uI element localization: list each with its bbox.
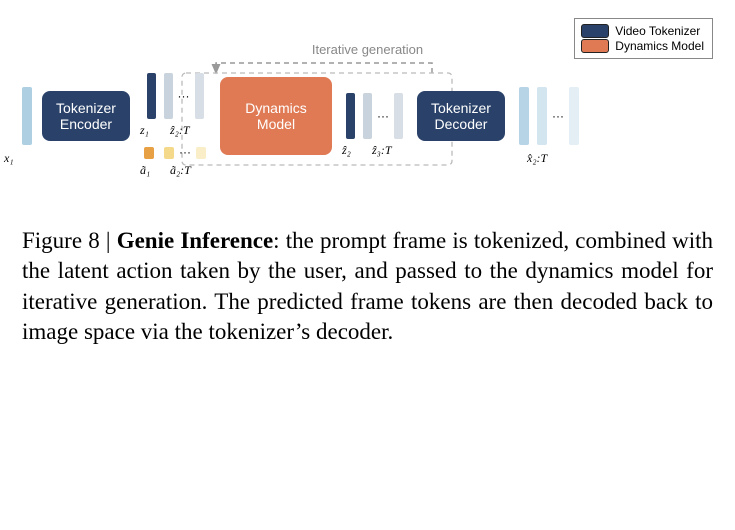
figure-caption: Figure 8 | Genie Inference: the prompt f… xyxy=(22,226,713,347)
figure-diagram: Video Tokenizer Dynamics Model Iterative… xyxy=(22,18,713,218)
caption-figure-number: Figure 8 xyxy=(22,228,100,253)
label-a1: ã₁ xyxy=(140,163,150,178)
action-bar xyxy=(196,147,206,159)
label-x1: x₁ xyxy=(4,151,14,166)
label-zhat3T: ẑ₃:T xyxy=(372,143,392,158)
label-a2T: ã₂:T xyxy=(170,163,191,178)
label-zhat2T: ẑ₂:T xyxy=(170,123,190,138)
zhat-bar xyxy=(363,93,372,139)
dots-icon: ··· xyxy=(375,109,391,123)
output-frame-bar xyxy=(519,87,529,145)
dots-icon: ··· xyxy=(177,145,193,159)
iterative-generation-label: Iterative generation xyxy=(22,42,713,57)
input-frame-bar xyxy=(22,87,32,145)
legend-swatch-video-tokenizer xyxy=(581,24,609,38)
tokenizer-decoder-block: Tokenizer Decoder xyxy=(417,91,505,141)
dots-icon: ··· xyxy=(176,89,192,103)
z1-bar xyxy=(147,73,156,119)
action-bar xyxy=(144,147,154,159)
output-frame-bar xyxy=(569,87,579,145)
tokenizer-encoder-block: Tokenizer Encoder xyxy=(42,91,130,141)
legend-label-video-tokenizer: Video Tokenizer xyxy=(615,24,700,38)
zhat2-bar xyxy=(346,93,355,139)
dots-icon: ··· xyxy=(550,109,566,123)
caption-title: Genie Inference xyxy=(117,228,273,253)
label-z1: z₁ xyxy=(140,123,149,138)
label-xhat2T: x̂₂:T xyxy=(527,151,547,166)
zhat-bar xyxy=(394,93,403,139)
zhat-bar xyxy=(195,73,204,119)
zhat-bar xyxy=(164,73,173,119)
label-zhat2: ẑ₂ xyxy=(342,143,351,158)
dynamics-model-block: Dynamics Model xyxy=(220,77,332,155)
action-bar xyxy=(164,147,174,159)
output-frame-bar xyxy=(537,87,547,145)
